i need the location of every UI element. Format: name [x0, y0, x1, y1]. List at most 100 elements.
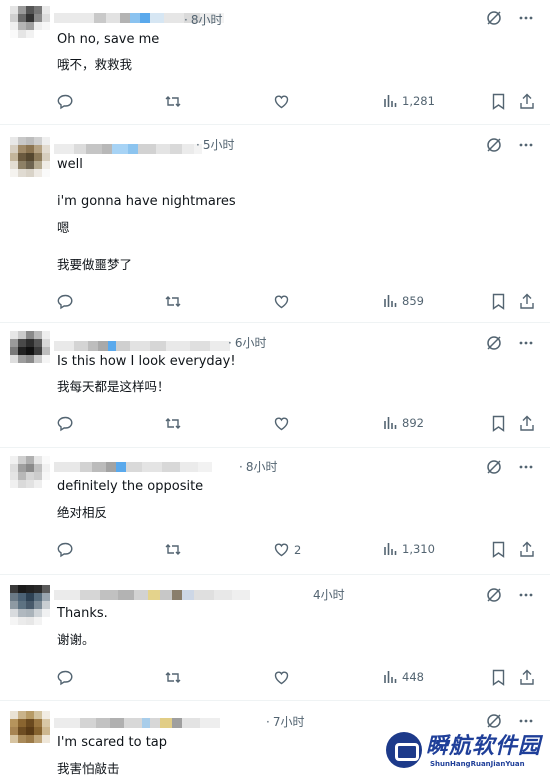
- reply-item[interactable]: · 6小时 Is this how I look everyday! 我每天都是这…: [0, 323, 550, 448]
- reply-button[interactable]: [57, 415, 74, 432]
- reply-text-zh: 谢谢。: [57, 632, 95, 647]
- reply-button[interactable]: [57, 669, 74, 686]
- views-button[interactable]: 859: [382, 293, 424, 309]
- bookmark-button[interactable]: [491, 93, 506, 110]
- bookmark-button[interactable]: [491, 541, 506, 558]
- views-button[interactable]: 1,281: [382, 93, 435, 109]
- blurred-username[interactable]: [54, 461, 212, 473]
- bookmark-button[interactable]: [491, 669, 506, 686]
- share-button[interactable]: [519, 541, 535, 558]
- action-bar: 2 1,310: [57, 541, 537, 559]
- reply-text-zh: 嗯: [57, 220, 70, 235]
- grok-icon[interactable]: [486, 713, 502, 729]
- grok-icon[interactable]: [486, 10, 502, 26]
- share-button[interactable]: [519, 669, 535, 686]
- reply-text-en: I'm scared to tap: [57, 735, 168, 750]
- reply-icon: [57, 94, 73, 110]
- reply-text-en: Oh no, save me: [57, 32, 160, 47]
- timestamp[interactable]: · 8小时: [239, 458, 277, 475]
- repost-button[interactable]: [164, 93, 182, 110]
- watermark-subtitle: ShunHangRuanJianYuan: [430, 760, 525, 768]
- repost-button[interactable]: [164, 293, 182, 310]
- reply-icon: [57, 294, 73, 310]
- grok-icon[interactable]: [486, 587, 502, 603]
- avatar[interactable]: [10, 331, 50, 371]
- avatar[interactable]: [10, 585, 50, 625]
- like-icon: [274, 95, 289, 109]
- repost-icon: [165, 418, 181, 429]
- reply-button[interactable]: [57, 293, 74, 310]
- avatar[interactable]: [10, 711, 50, 751]
- share-icon: [520, 669, 534, 685]
- timestamp[interactable]: · 5小时: [196, 136, 234, 153]
- reply-icon: [57, 542, 73, 558]
- like-button[interactable]: [273, 93, 294, 110]
- bookmark-icon: [492, 541, 505, 558]
- like-icon: [274, 417, 289, 431]
- like-icon: [274, 295, 289, 309]
- action-bar: 448: [57, 669, 537, 687]
- reply-text-zh: 绝对相反: [57, 505, 108, 520]
- avatar[interactable]: [10, 137, 50, 177]
- reply-text-en: i'm gonna have nightmares: [57, 194, 236, 209]
- repost-button[interactable]: [164, 415, 182, 432]
- views-button[interactable]: 448: [382, 669, 424, 685]
- bookmark-icon: [492, 415, 505, 432]
- watermark: 瞬航软件园 ShunHangRuanJianYuan: [386, 728, 540, 776]
- like-button[interactable]: [273, 669, 294, 686]
- repost-button[interactable]: [164, 541, 182, 558]
- reply-text-en: Is this how I look everyday!: [57, 354, 236, 369]
- share-icon: [520, 415, 534, 431]
- watermark-title: 瞬航软件园: [426, 734, 542, 759]
- watermark-logo-icon: [386, 732, 422, 768]
- share-button[interactable]: [519, 415, 535, 432]
- repost-button[interactable]: [164, 669, 182, 686]
- share-button[interactable]: [519, 93, 535, 110]
- share-icon: [520, 293, 534, 309]
- reply-text-zh: 我每天都是这样吗！: [57, 379, 170, 394]
- bookmark-button[interactable]: [491, 415, 506, 432]
- avatar[interactable]: [10, 456, 50, 496]
- like-button[interactable]: [273, 415, 294, 432]
- bookmark-button[interactable]: [491, 293, 506, 310]
- reply-item[interactable]: · 8小时 definitely the opposite 绝对相反 2 1,31…: [0, 448, 550, 575]
- reply-item[interactable]: · 8小时 Oh no, save me 哦不，救救我 1,281: [0, 0, 550, 125]
- timestamp[interactable]: · 8小时: [184, 11, 222, 28]
- reply-item[interactable]: 4小时 Thanks. 谢谢。 448: [0, 575, 550, 701]
- views-button[interactable]: 892: [382, 415, 424, 431]
- views-button[interactable]: 1,310: [382, 541, 435, 557]
- share-button[interactable]: [519, 293, 535, 310]
- more-icon[interactable]: [518, 137, 534, 153]
- reply-item[interactable]: · 5小时 well i'm gonna have nightmares 嗯 我要…: [0, 125, 550, 323]
- grok-icon[interactable]: [486, 137, 502, 153]
- share-icon: [520, 93, 534, 109]
- blurred-username[interactable]: [54, 340, 230, 352]
- more-icon[interactable]: [518, 459, 534, 475]
- views-icon: [384, 295, 397, 307]
- timestamp[interactable]: · 7小时: [266, 713, 304, 730]
- timestamp[interactable]: 4小时: [313, 586, 345, 603]
- more-icon[interactable]: [518, 713, 534, 729]
- like-button[interactable]: [273, 293, 294, 310]
- grok-icon[interactable]: [486, 335, 502, 351]
- grok-icon[interactable]: [486, 459, 502, 475]
- like-icon: [274, 543, 289, 557]
- more-icon[interactable]: [518, 335, 534, 351]
- reply-icon: [57, 416, 73, 432]
- more-icon[interactable]: [518, 10, 534, 26]
- timestamp[interactable]: · 6小时: [228, 334, 266, 351]
- reply-button[interactable]: [57, 93, 74, 110]
- like-button[interactable]: 2: [273, 541, 301, 558]
- share-icon: [520, 541, 534, 557]
- avatar[interactable]: [10, 6, 50, 46]
- reply-button[interactable]: [57, 541, 74, 558]
- blurred-username[interactable]: [54, 143, 202, 155]
- reply-text-zh: 我要做噩梦了: [57, 257, 133, 272]
- reply-text-en: definitely the opposite: [57, 479, 204, 494]
- reply-text-zh: 我害怕敲击: [57, 761, 120, 776]
- bookmark-icon: [492, 669, 505, 686]
- repost-icon: [165, 96, 181, 107]
- blurred-username[interactable]: [54, 589, 250, 601]
- more-icon[interactable]: [518, 587, 534, 603]
- blurred-username[interactable]: [54, 717, 220, 729]
